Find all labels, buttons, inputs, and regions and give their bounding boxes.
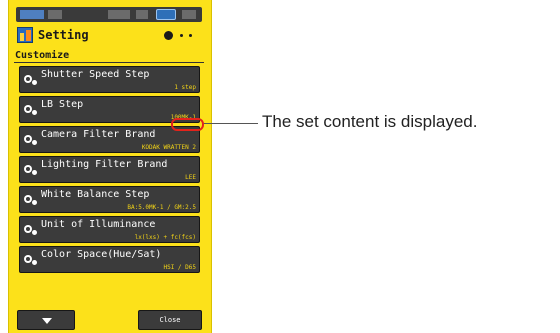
close-button[interactable]: Close xyxy=(138,310,202,330)
status-segment-icon xyxy=(182,10,196,19)
device-screen: Setting Customize Shutter Speed Step 1 s… xyxy=(8,0,212,333)
scroll-down-button[interactable] xyxy=(17,310,75,330)
settings-list: Shutter Speed Step 1 step LB Step 100MK-… xyxy=(19,66,200,276)
signal-icon xyxy=(48,10,62,19)
menu-item-label: Lighting Filter Brand xyxy=(41,159,168,170)
section-divider xyxy=(14,62,204,63)
section-label: Customize xyxy=(15,50,70,61)
gear-icon xyxy=(24,135,38,146)
page-dot-active xyxy=(164,31,173,40)
menu-item-value: 1 step xyxy=(174,84,196,91)
gear-icon xyxy=(24,105,38,116)
menu-item-label: Shutter Speed Step xyxy=(41,69,150,80)
menu-item-value: lx(lxs) + fc(fcs) xyxy=(134,234,196,241)
bluetooth-icon xyxy=(156,9,176,20)
value-highlight-ring xyxy=(171,118,204,131)
menu-item-label: Camera Filter Brand xyxy=(41,129,156,140)
gear-icon xyxy=(24,75,38,86)
gear-icon xyxy=(24,165,38,176)
triangle-down-icon xyxy=(42,318,52,324)
menu-item-label: Unit of Illuminance xyxy=(41,219,156,230)
menu-item-shutter-speed-step[interactable]: Shutter Speed Step 1 step xyxy=(19,66,200,93)
menu-item-label: White Balance Step xyxy=(41,189,150,200)
menu-item-white-balance-step[interactable]: White Balance Step BA:5.0MK-1 / GM:2.5 xyxy=(19,186,200,213)
page-dot xyxy=(189,34,192,37)
menu-item-color-space[interactable]: Color Space(Hue/Sat) HSI / D65 xyxy=(19,246,200,273)
callout-line xyxy=(204,123,258,124)
battery-icon xyxy=(20,10,44,19)
page-title: Setting xyxy=(38,28,89,42)
menu-item-lighting-filter-brand[interactable]: Lighting Filter Brand LEE xyxy=(19,156,200,183)
menu-item-value: KODAK WRATTEN 2 xyxy=(141,144,196,151)
callout-text: The set content is displayed. xyxy=(262,112,478,131)
menu-item-value: HSI / D65 xyxy=(163,264,196,271)
menu-item-label: Color Space(Hue/Sat) xyxy=(41,249,162,260)
status-segment-icon xyxy=(136,10,148,19)
menu-item-value: LEE xyxy=(185,174,196,181)
menu-item-label: LB Step xyxy=(41,99,84,110)
page-dot xyxy=(180,34,183,37)
gear-icon xyxy=(24,225,38,236)
status-bar xyxy=(16,7,202,22)
bottom-bar: Close xyxy=(8,305,212,333)
gear-icon xyxy=(24,195,38,206)
menu-item-value: BA:5.0MK-1 / GM:2.5 xyxy=(127,204,196,211)
setting-icon xyxy=(17,27,33,43)
gear-icon xyxy=(24,255,38,266)
menu-item-unit-of-illuminance[interactable]: Unit of Illuminance lx(lxs) + fc(fcs) xyxy=(19,216,200,243)
title-bar: Setting xyxy=(14,25,204,47)
status-segment-icon xyxy=(108,10,130,19)
page-indicator xyxy=(164,31,200,41)
